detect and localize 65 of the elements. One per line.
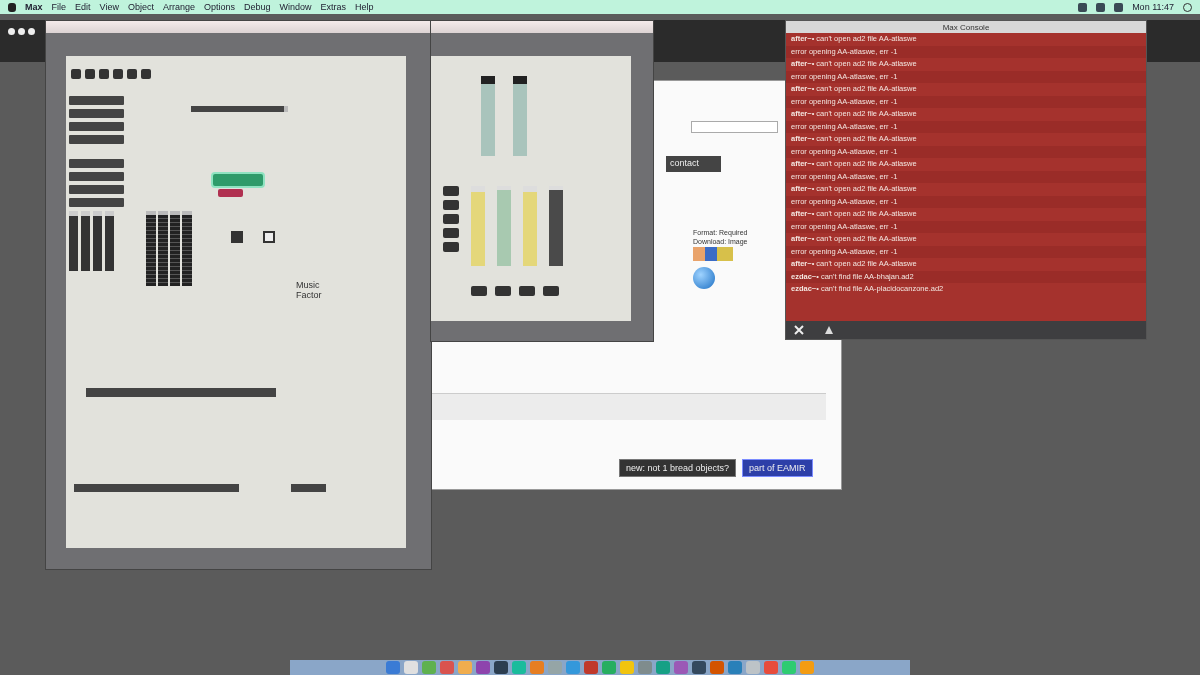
clear-icon[interactable] xyxy=(794,325,804,335)
window-title: Max Console xyxy=(942,22,990,32)
menu-item[interactable]: Object xyxy=(127,2,154,12)
patcher-button[interactable] xyxy=(443,214,459,224)
page-button[interactable]: part of EAMIR xyxy=(742,459,813,477)
page-button[interactable]: new: not 1 bread objects? xyxy=(619,459,737,477)
app-icon[interactable] xyxy=(692,661,706,674)
menu-item[interactable]: Options xyxy=(203,2,235,12)
comment-text: Music Factor xyxy=(296,281,323,301)
warning-icon[interactable] xyxy=(824,325,834,335)
app-icon[interactable] xyxy=(458,661,472,674)
menu-item[interactable]: Max xyxy=(25,2,43,12)
message-box[interactable] xyxy=(69,96,124,105)
menu-item[interactable]: Extras xyxy=(320,2,347,12)
message-box[interactable] xyxy=(291,484,326,492)
message-box[interactable] xyxy=(69,172,124,181)
text-field[interactable]: contact xyxy=(666,156,721,172)
menu-item[interactable]: Debug xyxy=(244,2,271,12)
message-box[interactable] xyxy=(69,122,124,131)
app-icon[interactable] xyxy=(404,661,418,674)
app-icon[interactable] xyxy=(800,661,814,674)
message-box[interactable] xyxy=(69,109,124,118)
message-box[interactable] xyxy=(69,135,124,144)
app-icon[interactable] xyxy=(584,661,598,674)
app-icon[interactable] xyxy=(494,661,508,674)
menu-item[interactable]: File xyxy=(51,2,67,12)
app-icon[interactable] xyxy=(638,661,652,674)
number-box[interactable] xyxy=(519,286,535,296)
app-icon[interactable] xyxy=(746,661,760,674)
menu-item[interactable]: Arrange xyxy=(162,2,195,12)
patcher-button[interactable] xyxy=(211,172,265,188)
globe-icon xyxy=(693,267,715,289)
app-icon[interactable] xyxy=(710,661,724,674)
patcher-button[interactable] xyxy=(443,200,459,210)
patcher-button[interactable] xyxy=(443,186,459,196)
toggle[interactable] xyxy=(263,231,275,243)
menu-clock: Mon 11:47 xyxy=(1132,2,1174,12)
app-icon[interactable] xyxy=(386,661,400,674)
logo-icon xyxy=(693,247,733,261)
app-icon[interactable] xyxy=(620,661,634,674)
message-box[interactable] xyxy=(69,159,124,168)
number-box[interactable] xyxy=(471,286,487,296)
number-box[interactable] xyxy=(543,286,559,296)
message-box[interactable] xyxy=(86,388,276,397)
message-box[interactable] xyxy=(74,484,239,492)
menu-item[interactable]: View xyxy=(99,2,119,12)
app-icon[interactable] xyxy=(674,661,688,674)
menu-item[interactable]: Help xyxy=(355,2,374,12)
address-bar[interactable] xyxy=(691,121,778,133)
window-controls-icon[interactable] xyxy=(8,28,35,35)
app-icon[interactable] xyxy=(566,661,580,674)
message-box[interactable] xyxy=(69,185,124,194)
app-icon[interactable] xyxy=(728,661,742,674)
menu-item[interactable]: Edit xyxy=(75,2,91,12)
apple-icon[interactable] xyxy=(8,2,16,12)
app-icon[interactable] xyxy=(656,661,670,674)
app-icon[interactable] xyxy=(440,661,454,674)
app-icon[interactable] xyxy=(782,661,796,674)
app-icon[interactable] xyxy=(476,661,490,674)
patcher-button[interactable] xyxy=(443,228,459,238)
app-icon[interactable] xyxy=(764,661,778,674)
number-box[interactable] xyxy=(495,286,511,296)
toggle[interactable] xyxy=(231,231,243,243)
menu-item[interactable]: Window xyxy=(279,2,312,12)
patcher-button[interactable] xyxy=(443,242,459,252)
